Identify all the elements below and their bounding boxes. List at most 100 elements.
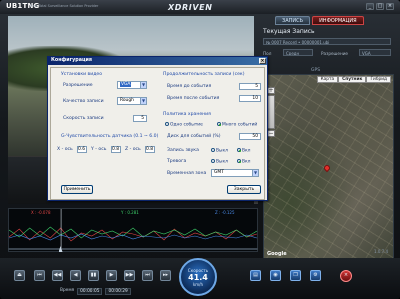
- disk-input[interactable]: 50: [239, 133, 261, 140]
- configuration-dialog: Конфигурация × Установки видео Разрешени…: [47, 56, 268, 201]
- field-value-pol: Средн: [283, 49, 313, 56]
- app-window: UB1TNG Best Total Surveillance Solution …: [0, 0, 400, 299]
- sound-on-radio[interactable]: Вкл: [237, 148, 250, 154]
- panel-tabs: ЗАПИСЬ ИНФОРМАЦИЯ: [275, 16, 364, 25]
- apply-button[interactable]: Применить: [61, 185, 93, 194]
- sound-off-radio[interactable]: Выкл: [211, 148, 228, 154]
- one-event-label: Одно событие: [170, 122, 203, 128]
- g-sensor-waveform: [9, 209, 257, 251]
- tab-record[interactable]: ЗАПИСЬ: [275, 16, 311, 25]
- time-total: 00:00:29: [105, 288, 131, 295]
- timezone-select[interactable]: GMT ▼: [211, 169, 259, 177]
- copy-button[interactable]: ❐: [290, 270, 301, 281]
- last-file-button[interactable]: ⏭: [142, 270, 153, 281]
- map-type-hybrid[interactable]: Гибрид: [366, 76, 391, 83]
- playback-controls: ⏏ ⏮ ◀◀ ◀ ▮▮ ▶ ▶▶ ⏭ ▸▸ Скорость 41.4 km/h…: [0, 258, 400, 299]
- minimize-button[interactable]: _: [366, 3, 374, 10]
- zoom-in-button[interactable]: +: [267, 87, 275, 94]
- next-button[interactable]: ▸▸: [160, 270, 171, 281]
- map-zoom-control: + −: [267, 87, 275, 138]
- timeline-track[interactable]: [8, 248, 258, 250]
- fast-forward-button[interactable]: ▶▶: [124, 270, 135, 281]
- current-file-field: № 0007 Record • 00000001.ubi: [263, 38, 391, 45]
- resolution-value: VGA: [120, 82, 132, 87]
- one-event-radio[interactable]: Одно событие: [165, 122, 203, 128]
- many-events-label: Много событий: [222, 122, 258, 128]
- zoom-out-button[interactable]: −: [267, 130, 275, 137]
- before-event-input[interactable]: 5: [239, 83, 261, 90]
- storage-policy-heading: Политика хранения: [163, 112, 211, 117]
- timezone-value: GMT: [214, 170, 224, 175]
- location-pin-icon[interactable]: [322, 163, 332, 173]
- map-type-map[interactable]: Карта: [316, 76, 339, 83]
- playback-timeline[interactable]: [8, 246, 258, 252]
- speed-value: 41.4: [188, 273, 208, 282]
- chevron-down-icon: ▼: [140, 98, 146, 104]
- x-axis-input[interactable]: 0.6: [77, 146, 87, 153]
- resolution-label: Разрешение: [63, 83, 93, 88]
- y-axis-input[interactable]: 0.8: [111, 146, 121, 153]
- timezone-label: Временная зона: [167, 171, 207, 176]
- rate-input[interactable]: 5: [133, 115, 147, 122]
- rate-label: Скорость записи: [63, 116, 104, 121]
- video-settings-heading: Установки видео: [61, 72, 103, 77]
- dialog-body: Установки видео Разрешение VGA ▼ Качеств…: [50, 67, 265, 200]
- quality-select[interactable]: Rough ▼: [117, 97, 147, 105]
- quality-value: Rough: [120, 98, 134, 103]
- alarm-on-label: Вкл: [242, 159, 251, 165]
- y-axis-label: Y - ось: [91, 147, 107, 152]
- close-dialog-button[interactable]: Закрыть: [227, 185, 261, 194]
- exit-button[interactable]: ×: [340, 270, 352, 282]
- time-label: Время: [60, 288, 75, 293]
- maximize-button[interactable]: □: [376, 3, 384, 10]
- play-button[interactable]: ▶: [106, 270, 117, 281]
- first-file-button[interactable]: ⏮: [34, 270, 45, 281]
- alarm-on-radio[interactable]: Вкл: [237, 159, 250, 165]
- sound-label: Запись звука: [167, 148, 199, 153]
- field-value-resolution: VGA: [359, 49, 391, 56]
- dialog-title-bar: Конфигурация ×: [48, 57, 267, 65]
- pause-button[interactable]: ▮▮: [88, 270, 99, 281]
- speed-unit: km/h: [192, 282, 204, 287]
- eject-button[interactable]: ⏏: [14, 270, 25, 281]
- duration-heading: Продолжительность записи (сек): [163, 72, 245, 77]
- resolution-select[interactable]: VGA ▼: [117, 81, 147, 89]
- record-view-button[interactable]: ◉: [270, 270, 281, 281]
- map-brand-logo: Google: [267, 251, 287, 257]
- alarm-label: Тревога: [167, 159, 187, 164]
- x-axis-label: X - ось: [57, 147, 73, 152]
- quality-label: Качество записи: [63, 99, 104, 104]
- current-record-title: Текущая Запись: [263, 28, 315, 35]
- rewind-button[interactable]: ◀◀: [52, 270, 63, 281]
- step-back-button[interactable]: ◀: [70, 270, 81, 281]
- z-axis-label: Z - ось: [125, 147, 141, 152]
- close-window-button[interactable]: ×: [386, 3, 394, 10]
- speedometer: Скорость 41.4 km/h: [179, 258, 217, 296]
- settings-button[interactable]: ⚙: [310, 270, 321, 281]
- time-display: Время 00:00:05 00:00:29: [60, 288, 131, 295]
- version-label: 1.0.7.4: [374, 249, 388, 254]
- sound-off-label: Выкл: [216, 148, 228, 154]
- dialog-close-button[interactable]: ×: [259, 58, 266, 64]
- z-axis-input[interactable]: 0.8: [145, 146, 155, 153]
- g-sensor-heading: G-Чувствительность датчика (0.1 ~ 6.0): [61, 134, 159, 139]
- window-controls: _ □ ×: [366, 3, 394, 10]
- tab-information[interactable]: ИНФОРМАЦИЯ: [312, 16, 364, 25]
- dialog-title: Конфигурация: [51, 58, 92, 63]
- info-panel: ЗАПИСЬ ИНФОРМАЦИЯ Текущая Запись № 0007 …: [261, 14, 394, 260]
- zoom-slider[interactable]: [267, 95, 275, 129]
- sound-on-label: Вкл: [242, 148, 251, 154]
- after-event-label: Время после события: [167, 96, 220, 101]
- capture-button[interactable]: ▤: [250, 270, 261, 281]
- time-current: 00:00:05: [77, 288, 103, 295]
- alarm-off-radio[interactable]: Выкл: [211, 159, 228, 165]
- after-event-input[interactable]: 10: [239, 95, 261, 102]
- gps-label: GPS: [311, 68, 321, 73]
- alarm-off-label: Выкл: [216, 159, 228, 165]
- map-type-satellite[interactable]: Спутник: [338, 76, 367, 83]
- brand-title: XDRIVEN: [168, 3, 213, 12]
- many-events-radio[interactable]: Много событий: [217, 122, 257, 128]
- disk-label: Диск для событий (%): [167, 134, 221, 139]
- gps-map[interactable]: Карта Спутник Гибрид + − Google: [263, 74, 394, 260]
- title-bar: UB1TNG Best Total Surveillance Solution …: [0, 0, 400, 14]
